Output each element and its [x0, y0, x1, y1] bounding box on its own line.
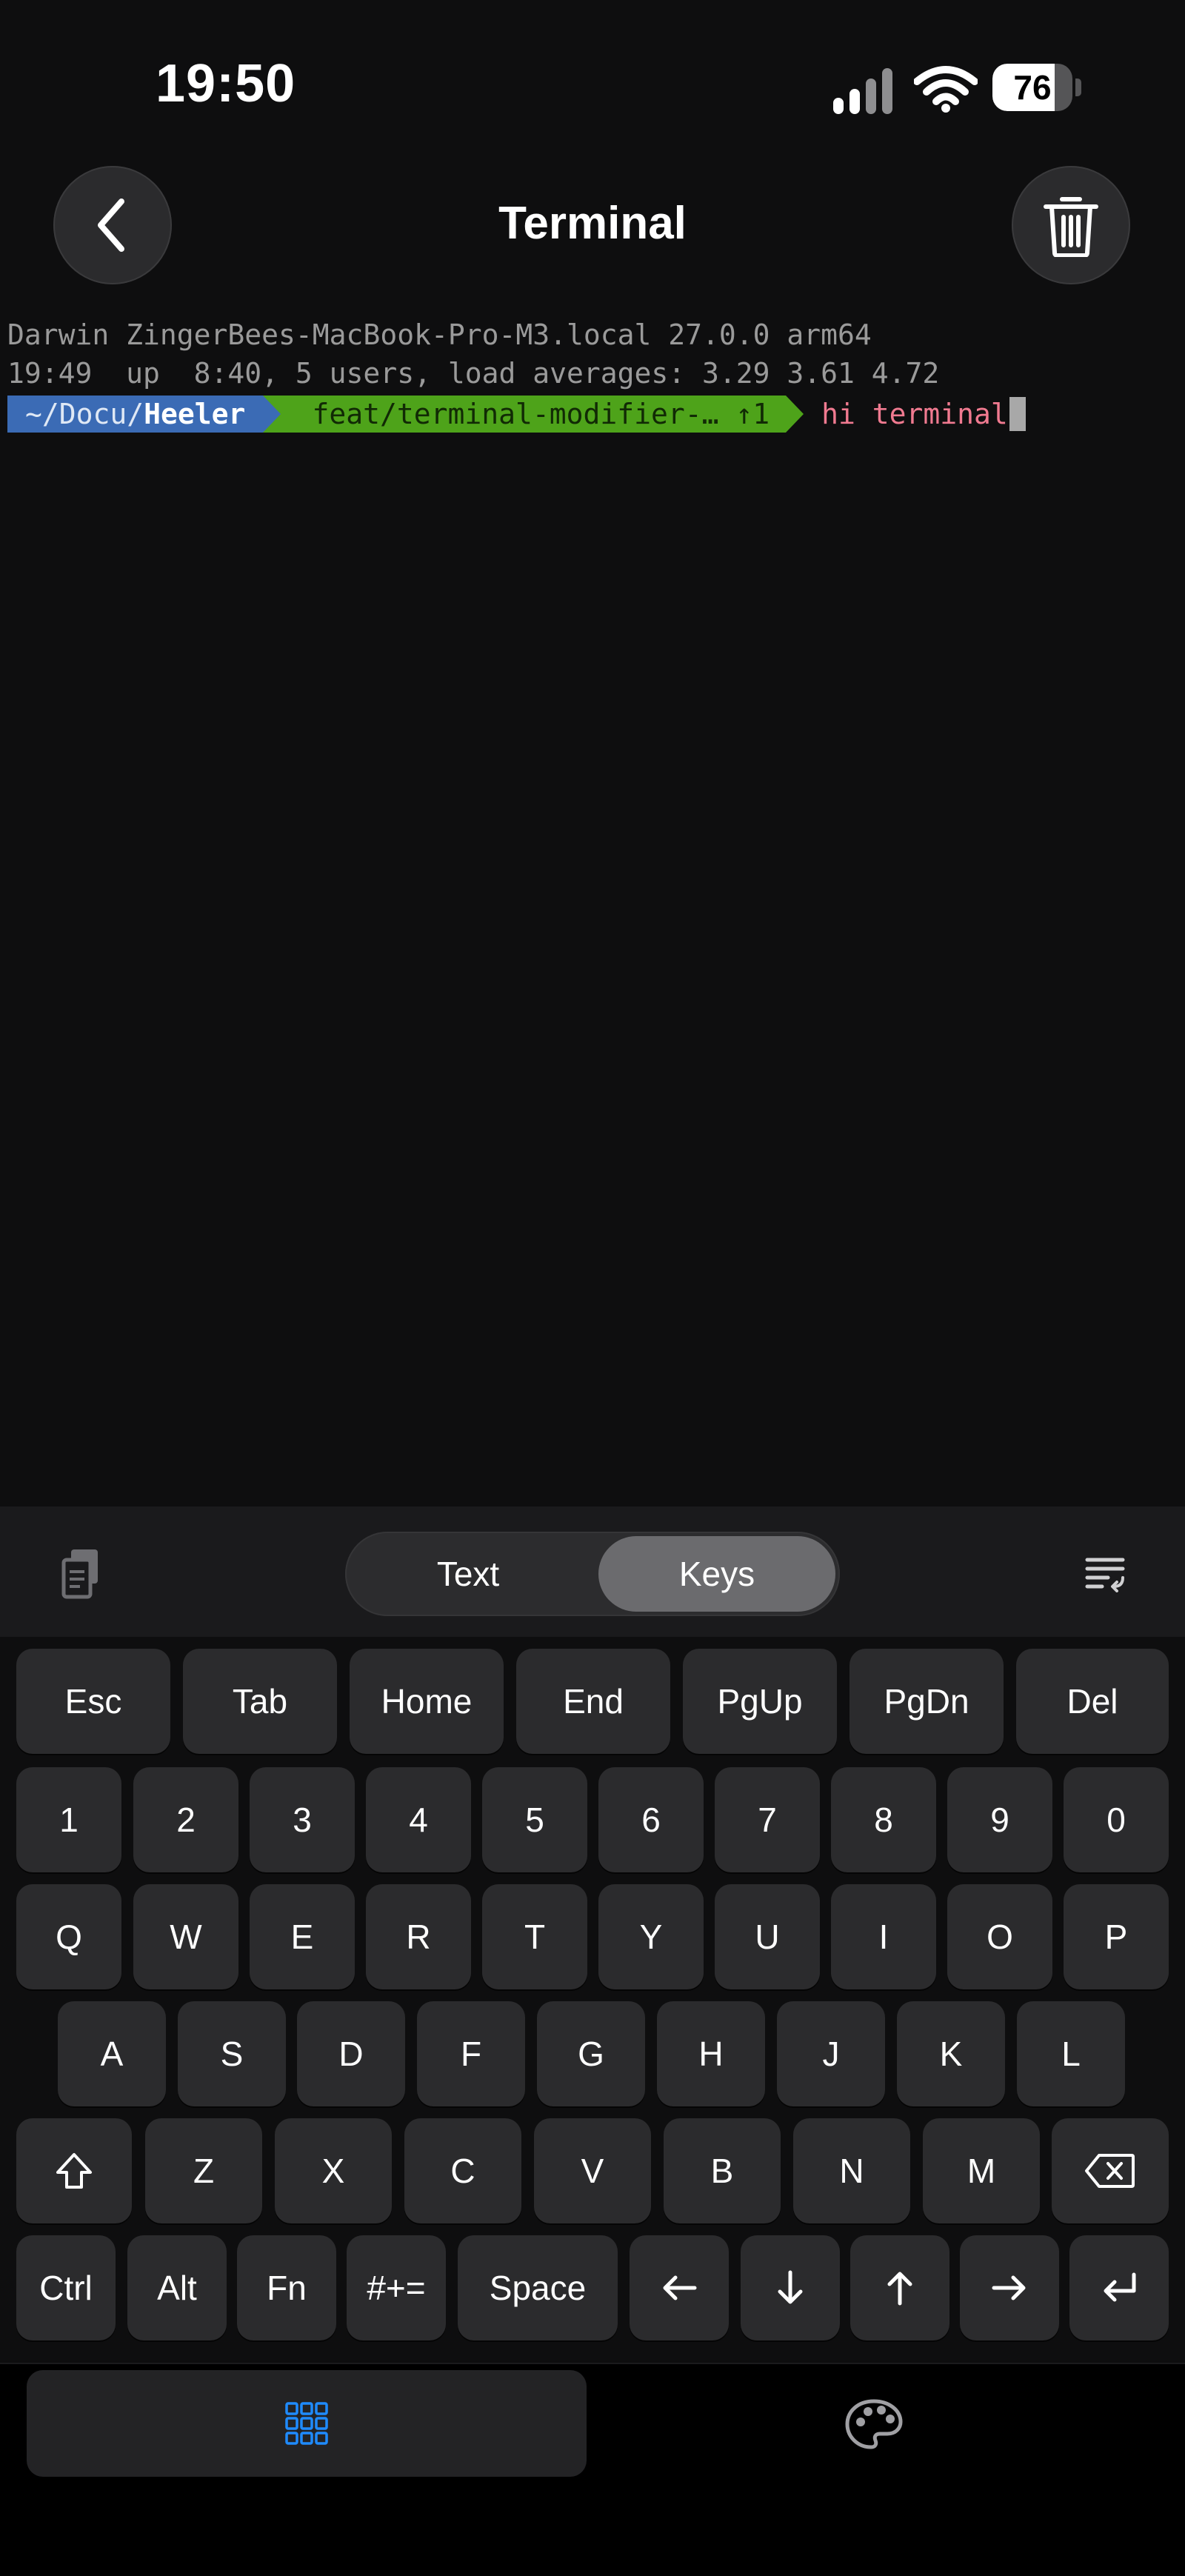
battery-icon: 76 [992, 64, 1081, 111]
key-home[interactable]: Home [350, 1649, 504, 1754]
trash-icon [1044, 197, 1098, 257]
grid-icon [285, 2402, 328, 2445]
text-options-icon[interactable] [1084, 1554, 1126, 1592]
arrow-up-key[interactable] [850, 2235, 949, 2340]
key-e[interactable]: E [250, 1884, 355, 1989]
key-3[interactable]: 3 [250, 1767, 355, 1872]
wifi-icon [914, 66, 978, 113]
key-tab[interactable]: Tab [183, 1649, 337, 1754]
key-u[interactable]: U [715, 1884, 820, 1989]
key-i[interactable]: I [831, 1884, 936, 1989]
key-q[interactable]: Q [16, 1884, 121, 1989]
key-8[interactable]: 8 [831, 1767, 936, 1872]
mode-keys-tab[interactable]: Keys [598, 1536, 835, 1612]
key-z[interactable]: Z [145, 2118, 262, 2223]
key-4[interactable]: 4 [366, 1767, 471, 1872]
terminal-output-line: 19:49 up 8:40, 5 users, load averages: 3… [7, 357, 940, 390]
key-c[interactable]: C [404, 2118, 521, 2223]
cellular-signal-icon [833, 65, 898, 114]
key-0[interactable]: 0 [1064, 1767, 1169, 1872]
palette-icon[interactable] [844, 2398, 904, 2450]
arrow-left-icon [663, 2275, 697, 2300]
key-x[interactable]: X [275, 2118, 392, 2223]
key-d[interactable]: D [297, 2001, 405, 2106]
key-l[interactable]: L [1017, 2001, 1125, 2106]
key-t[interactable]: T [482, 1884, 587, 1989]
key-pgdn[interactable]: PgDn [849, 1649, 1004, 1754]
key-6[interactable]: 6 [598, 1767, 704, 1872]
key-j[interactable]: J [777, 2001, 885, 2106]
battery-level: 76 [1013, 68, 1052, 107]
key-end[interactable]: End [516, 1649, 670, 1754]
key-o[interactable]: O [947, 1884, 1052, 1989]
status-time: 19:50 [156, 54, 296, 113]
key-h[interactable]: H [657, 2001, 765, 2106]
key-r[interactable]: R [366, 1884, 471, 1989]
key-ctrl[interactable]: Ctrl [16, 2235, 116, 2340]
key-k[interactable]: K [897, 2001, 1005, 2106]
key-s[interactable]: S [178, 2001, 286, 2106]
key-p[interactable]: P [1064, 1884, 1169, 1989]
key-a[interactable]: A [58, 2001, 166, 2106]
backspace-icon [1085, 2154, 1135, 2188]
delete-button[interactable] [1012, 166, 1130, 284]
return-icon [1104, 2272, 1136, 2302]
key-g[interactable]: G [537, 2001, 645, 2106]
key-5[interactable]: 5 [482, 1767, 587, 1872]
key-fn[interactable]: Fn [237, 2235, 336, 2340]
key-symbols[interactable]: #+= [347, 2235, 446, 2340]
key-1[interactable]: 1 [16, 1767, 121, 1872]
terminal-prompt[interactable]: ~/Docu/Heeler feat/terminal-modifier-… ↑… [7, 396, 1026, 433]
key-del[interactable]: Del [1016, 1649, 1169, 1754]
return-key[interactable] [1069, 2235, 1169, 2340]
prompt-git-segment: feat/terminal-modifier-… ↑1 [281, 396, 787, 433]
arrow-down-key[interactable] [741, 2235, 840, 2340]
shift-icon [56, 2153, 92, 2189]
terminal-cursor [1009, 397, 1026, 431]
arrow-down-icon [778, 2270, 803, 2304]
key-space[interactable]: Space [458, 2235, 618, 2340]
mode-text-tab[interactable]: Text [350, 1536, 587, 1612]
key-f[interactable]: F [417, 2001, 525, 2106]
arrow-right-key[interactable] [960, 2235, 1059, 2340]
key-9[interactable]: 9 [947, 1767, 1052, 1872]
key-w[interactable]: W [133, 1884, 238, 1989]
terminal-command: hi terminal [821, 398, 1008, 430]
arrow-left-key[interactable] [630, 2235, 729, 2340]
arrow-right-icon [992, 2275, 1026, 2300]
key-v[interactable]: V [534, 2118, 651, 2223]
terminal-output-line: Darwin ZingerBees-MacBook-Pro-M3.local 2… [7, 318, 872, 351]
key-b[interactable]: B [664, 2118, 781, 2223]
key-alt[interactable]: Alt [127, 2235, 227, 2340]
arrow-up-icon [887, 2272, 912, 2306]
tab-keyboard[interactable] [27, 2370, 587, 2477]
key-esc[interactable]: Esc [16, 1649, 170, 1754]
backspace-key[interactable] [1052, 2118, 1169, 2223]
shift-key[interactable] [16, 2118, 132, 2223]
key-y[interactable]: Y [598, 1884, 704, 1989]
key-m[interactable]: M [923, 2118, 1040, 2223]
prompt-path-segment: ~/Docu/Heeler [7, 396, 264, 433]
clipboard-icon[interactable] [59, 1546, 104, 1600]
key-7[interactable]: 7 [715, 1767, 820, 1872]
key-n[interactable]: N [793, 2118, 910, 2223]
page-title: Terminal [498, 198, 687, 249]
key-pgup[interactable]: PgUp [683, 1649, 837, 1754]
key-2[interactable]: 2 [133, 1767, 238, 1872]
